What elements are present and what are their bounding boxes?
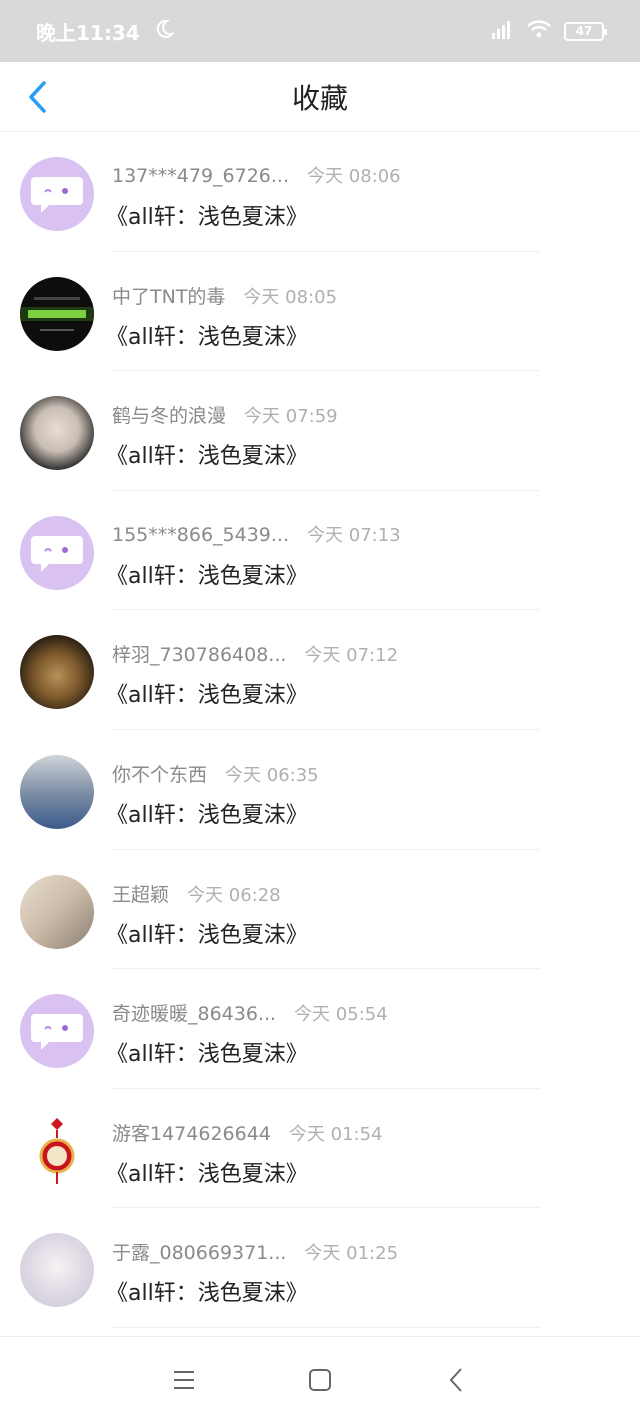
battery-level: 47 [575,24,593,38]
back-button[interactable] [22,80,52,114]
moon-icon [154,19,175,44]
system-back-button[interactable] [438,1362,474,1398]
book-title: 《all轩：浅色夏沫》 [106,802,308,828]
timestamp: 今天 06:35 [225,764,319,786]
fu-knot-avatar [20,1113,94,1188]
book-title: 《all轩：浅色夏沫》 [106,1281,308,1307]
home-button[interactable] [302,1362,338,1398]
book-title: 《all轩：浅色夏沫》 [106,922,308,948]
list-item[interactable]: 王超颖 今天 06:28 《all轩：浅色夏沫》 [0,850,640,970]
book-title: 《all轩：浅色夏沫》 [106,1042,308,1068]
photo-avatar [20,874,94,949]
user-name: 你不个东西 [112,763,208,786]
photo-avatar [20,1233,94,1308]
photo-avatar [20,635,94,710]
home-icon [309,1368,331,1391]
list-item[interactable]: 155***866_5439... 今天 07:13 《all轩：浅色夏沫》 [0,491,640,611]
system-nav-bar [0,1336,640,1422]
page-title: 收藏 [291,81,348,115]
list-item[interactable]: 游客1474626644 今天 01:54 《all轩：浅色夏沫》 [0,1089,640,1209]
timestamp: 今天 06:28 [187,884,281,906]
favorites-list: 137***479_6726... 今天 08:06 《all轩：浅色夏沫》 中… [0,132,640,1328]
list-item[interactable]: 于露_080669371... 今天 01:25 《all轩：浅色夏沫》 [0,1208,640,1328]
timestamp: 今天 01:25 [304,1243,399,1265]
timestamp: 今天 08:06 [307,166,401,187]
dark-text-avatar [20,276,94,351]
book-title: 《all轩：浅色夏沫》 [106,683,308,709]
timestamp: 今天 01:54 [288,1123,383,1145]
battery-icon: 47 [564,21,607,41]
book-title: 《all轩：浅色夏沫》 [106,324,308,350]
user-name: 137***479_6726... [112,165,290,187]
user-name: 鹤与冬的浪漫 [112,405,227,428]
menu-icon [174,1370,194,1389]
default-chat-icon [20,157,94,231]
status-bar: 晚上11:34 47 [0,0,640,62]
status-time: 晚上11:34 [36,20,140,45]
menu-button[interactable] [166,1362,202,1398]
nav-bar: 收藏 [0,62,640,132]
list-item[interactable]: 奇迹暖暖_86436... 今天 05:54 《all轩：浅色夏沫》 [0,969,640,1089]
user-name: 于露_080669371... [112,1242,287,1265]
user-name: 中了TNT的毒 [112,285,226,308]
list-item[interactable]: 梓羽_730786408... 今天 07:12 《all轩：浅色夏沫》 [0,610,640,730]
book-title: 《all轩：浅色夏沫》 [106,205,308,230]
user-name: 奇迹暖暖_86436... [112,1003,277,1026]
back-icon [449,1367,462,1392]
list-item[interactable]: 中了TNT的毒 今天 08:05 《all轩：浅色夏沫》 [0,252,640,372]
signal-icon [488,19,514,44]
book-title: 《all轩：浅色夏沫》 [106,1161,308,1187]
user-name: 155***866_5439... [112,523,290,546]
timestamp: 今天 08:05 [243,286,338,308]
timestamp: 今天 07:12 [304,645,399,667]
book-title: 《all轩：浅色夏沫》 [106,444,308,470]
user-name: 王超颖 [112,883,170,906]
user-name: 游客1474626644 [112,1122,271,1145]
list-item[interactable]: 你不个东西 今天 06:35 《all轩：浅色夏沫》 [0,730,640,850]
chevron-left-icon [29,81,46,113]
list-item[interactable]: 鹤与冬的浪漫 今天 07:59 《all轩：浅色夏沫》 [0,371,640,491]
timestamp: 今天 07:59 [244,406,338,428]
timestamp: 今天 07:13 [307,524,401,546]
user-name: 梓羽_730786408... [112,644,287,667]
book-title: 《all轩：浅色夏沫》 [106,563,308,589]
timestamp: 今天 05:54 [294,1004,388,1026]
photo-avatar [20,754,94,829]
list-item[interactable]: 137***479_6726... 今天 08:06 《all轩：浅色夏沫》 [0,132,640,252]
default-chat-icon [20,515,94,590]
wifi-icon [526,19,552,44]
photo-avatar [20,396,94,471]
divider [112,1326,540,1328]
default-chat-icon [20,994,94,1069]
